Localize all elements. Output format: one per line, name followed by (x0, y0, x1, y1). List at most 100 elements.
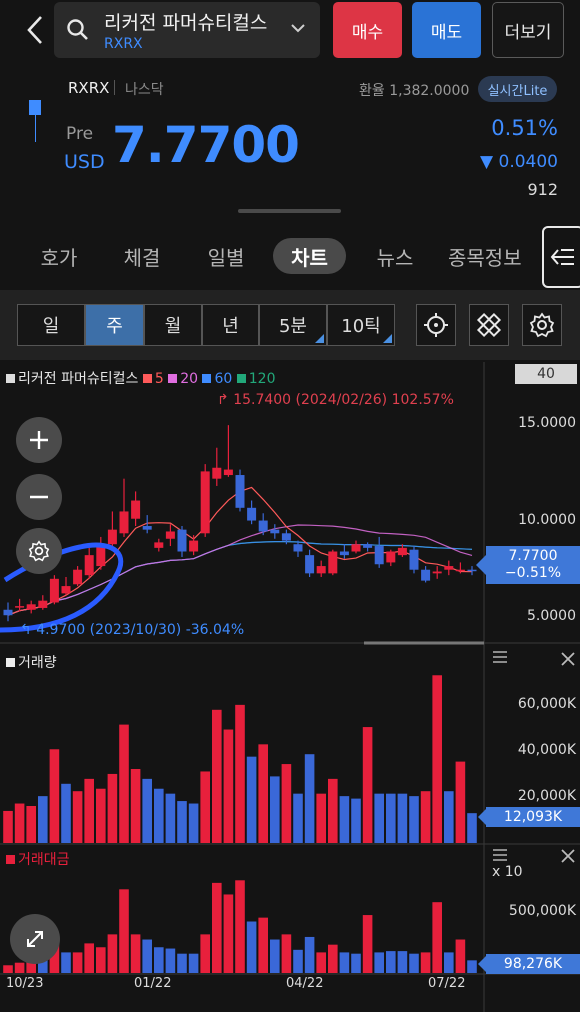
volume-bar (339, 796, 350, 843)
legend-ma5: 5 (154, 371, 164, 387)
period-day[interactable]: 일 (17, 304, 85, 346)
tab-trades[interactable]: 체결 (111, 238, 173, 274)
hamburger-icon[interactable] (492, 848, 508, 862)
legend-ma20: 20 (180, 371, 199, 387)
volume-bar (84, 778, 94, 843)
amount-panel-label: 거래대금 (6, 849, 70, 869)
hamburger-icon[interactable] (492, 650, 508, 664)
drawing-tools-icon (476, 312, 502, 338)
candle-body (258, 520, 268, 532)
volume-panel-controls (492, 650, 508, 668)
divider (114, 80, 115, 95)
amount-bar (84, 943, 94, 973)
gear-icon (28, 540, 50, 562)
amount-bar (432, 902, 442, 973)
amount-bar (328, 944, 338, 973)
period-10tick-label: 10틱 (341, 316, 381, 337)
amount-bar (374, 952, 384, 973)
current-price: 7.7700 (112, 116, 300, 174)
fullscreen-button[interactable] (10, 914, 60, 964)
volume-bar (397, 793, 408, 843)
candle-body (142, 526, 152, 530)
tab-news[interactable]: 뉴스 (364, 238, 426, 274)
tab-stock-info[interactable]: 종목정보 (448, 238, 540, 274)
volume-bar (26, 806, 36, 843)
tab-chart[interactable]: 차트 (273, 238, 346, 274)
tab-daily[interactable]: 일별 (195, 238, 257, 274)
amount-bar (154, 947, 164, 973)
volume-bar (258, 744, 268, 843)
zoom-in-button[interactable] (16, 417, 62, 463)
close-icon[interactable] (560, 651, 576, 667)
amount-bar (119, 889, 129, 973)
menu-expand-button[interactable] (542, 226, 580, 288)
candle-body (15, 606, 25, 608)
zoom-out-button[interactable] (16, 474, 62, 520)
amount-bar (316, 952, 326, 973)
period-10tick[interactable]: 10틱 (327, 304, 395, 346)
drag-handle[interactable] (238, 209, 341, 213)
volume-bar (432, 675, 442, 843)
volume-bar (362, 727, 373, 843)
amount-bar (362, 915, 373, 973)
amount-bar (212, 882, 222, 973)
amount-bar (235, 880, 245, 973)
indicator-settings-button[interactable] (16, 528, 62, 574)
dropdown-corner-icon (383, 334, 392, 343)
chevron-left-icon (27, 16, 42, 44)
volume-bar (304, 754, 315, 843)
amount-bar (281, 934, 292, 973)
high-annotation-text: 15.7400 (2024/02/26) 102.57% (233, 392, 454, 408)
drawing-tools-button[interactable] (469, 304, 509, 346)
plus-icon (30, 431, 48, 449)
volume-bar (409, 796, 419, 843)
chart-area[interactable]: 리커전 파머슈티컬스 5 20 60 120 40 15.0000 10.000… (0, 362, 580, 1012)
candle-body (281, 533, 291, 541)
currency-label: USD (64, 151, 105, 173)
candle-body (421, 569, 431, 581)
tab-bar: 호가 체결 일별 차트 뉴스 종목정보 (0, 232, 580, 280)
volume-bar (444, 791, 454, 843)
candle-body (386, 551, 396, 563)
crosshair-button[interactable] (416, 304, 456, 346)
close-icon[interactable] (560, 848, 576, 864)
amount-bar (386, 951, 396, 973)
volume-bar (119, 724, 129, 843)
volume-bar (72, 791, 83, 843)
candle-body (363, 544, 373, 548)
x-tick: 01/22 (134, 976, 172, 991)
tab-orderbook[interactable]: 호가 (28, 238, 90, 274)
period-5min[interactable]: 5분 (259, 304, 327, 346)
legend-swatch (6, 374, 15, 383)
stock-selector[interactable]: 리커전 파머슈티컬스 RXRX (54, 2, 320, 58)
volume-bar (96, 788, 106, 843)
back-button[interactable] (18, 10, 52, 50)
amount-bar (107, 934, 118, 973)
volume-bar (386, 793, 396, 843)
period-month[interactable]: 월 (144, 304, 202, 346)
chart-settings-button[interactable] (522, 304, 562, 346)
amount-bar (339, 952, 350, 973)
amount-bar (467, 960, 477, 973)
candle-body (444, 566, 454, 570)
candle-body (61, 586, 71, 594)
candle-body (316, 566, 326, 574)
candle-body (374, 546, 384, 565)
volume-bar (420, 791, 431, 843)
period-week[interactable]: 주 (85, 304, 144, 346)
realtime-lite-badge[interactable]: 실시간Lite (478, 76, 557, 102)
volume-bar (61, 783, 71, 843)
change-percent: 0.51% (491, 116, 558, 140)
y-tick: 15.0000 (518, 415, 576, 431)
amount-current-tag: 98,276K (478, 954, 580, 974)
session-label: Pre (66, 124, 94, 144)
buy-button[interactable]: 매수 (333, 2, 402, 58)
sell-button[interactable]: 매도 (412, 2, 481, 58)
volume-bar (316, 793, 326, 843)
period-year[interactable]: 년 (202, 304, 259, 346)
more-button[interactable]: 더보기 (492, 2, 564, 58)
amount-multiplier: x 10 (492, 864, 523, 880)
candle-body (73, 569, 83, 585)
candle-body (339, 551, 349, 556)
legend-ma60: 60 (214, 371, 233, 387)
